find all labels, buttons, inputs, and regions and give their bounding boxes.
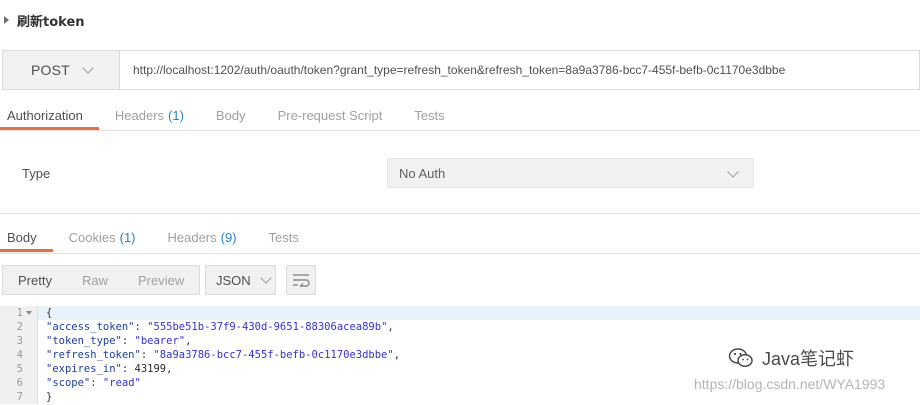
code-line: 1 { [0,306,920,320]
tab-response-headers[interactable]: Headers (9) [152,222,253,252]
request-name-row[interactable]: 刷新token [0,9,85,31]
json-key: "token_type" [46,335,122,347]
watermark-brand: Java笔记虾 [762,349,855,369]
tab-label: Authorization [7,107,83,123]
line-number: 1 [16,307,23,319]
tab-count: (1) [168,107,184,123]
tab-label: Headers [114,107,165,123]
tab-headers[interactable]: Headers (1) [99,100,200,130]
tab-label: Tests [414,107,445,123]
tab-label: Tests [268,229,299,245]
url-bar: POST http://localhost:1202/auth/oauth/to… [2,50,920,90]
json-key: "scope" [46,377,91,389]
json-key: "expires_in" [46,363,122,375]
format-dropdown[interactable]: JSON [205,265,276,295]
preview-button[interactable]: Preview [123,266,199,294]
divider [0,130,920,131]
code-line: 7 } [0,390,920,404]
tab-label: Body [215,107,246,123]
raw-button[interactable]: Raw [67,266,123,294]
json-key: "refresh_token" [46,349,141,361]
request-tabs: Authorization Headers (1) Body Pre-reque… [0,100,461,130]
format-label: JSON [216,272,251,288]
tab-count: (9) [220,229,237,245]
line-number: 2 [16,321,23,333]
line-number: 3 [16,335,23,347]
tab-body[interactable]: Body [200,100,262,130]
view-mode-group: Pretty Raw Preview [2,265,201,295]
wrap-lines-icon [293,274,310,287]
caret-right-icon[interactable] [4,16,9,24]
tab-count: (1) [119,229,136,245]
json-value: "read" [102,377,141,389]
pretty-button[interactable]: Pretty [3,266,67,294]
divider [0,253,920,254]
code-text: } [46,391,53,403]
method-label: POST [31,62,70,78]
tab-label: Headers [167,229,217,245]
url-input[interactable]: http://localhost:1202/auth/oauth/token?g… [120,51,919,89]
tab-cookies[interactable]: Cookies (1) [53,222,152,252]
auth-type-select[interactable]: No Auth [387,158,754,188]
chevron-down-icon [82,62,94,74]
line-number: 5 [16,363,23,375]
line-number: 7 [16,391,23,403]
response-tabs: Body Cookies (1) Headers (9) Tests [0,222,315,252]
wechat-icon [728,348,753,368]
line-number: 6 [16,377,23,389]
chevron-down-icon [260,272,272,284]
tab-label: Cookies [68,229,116,245]
watermark: Java笔记虾 [728,345,854,371]
tab-pre-request-script[interactable]: Pre-request Script [262,100,399,130]
json-value: "555be51b-37f9-430d-9651-88306acea89b" [147,321,388,333]
line-number: 4 [16,349,23,361]
tab-label: Pre-request Script [277,107,383,123]
tab-response-tests[interactable]: Tests [253,222,315,252]
code-line: 2 "access_token": "555be51b-37f9-430d-96… [0,320,920,334]
tab-authorization[interactable]: Authorization [0,100,99,130]
tab-label: Body [7,229,37,245]
wrap-lines-button[interactable] [286,265,316,295]
watermark-url: https://blog.csdn.net/WYA1993 [694,376,886,392]
code-text: { [46,307,53,319]
auth-type-label: Type [22,166,51,181]
auth-type-value: No Auth [399,165,446,181]
json-key: "access_token" [46,321,135,333]
method-dropdown[interactable]: POST [3,51,120,89]
json-value: 43199 [134,363,167,375]
json-value: "8a9a3786-bcc7-455f-befb-0c1170e3dbbe" [153,349,394,361]
tab-tests[interactable]: Tests [398,100,460,130]
divider [0,213,920,214]
chevron-down-icon [727,166,739,178]
request-title: 刷新token [17,14,85,30]
tab-response-body[interactable]: Body [0,222,53,252]
json-value: "bearer" [134,335,186,347]
fold-arrow-icon[interactable] [26,311,32,315]
